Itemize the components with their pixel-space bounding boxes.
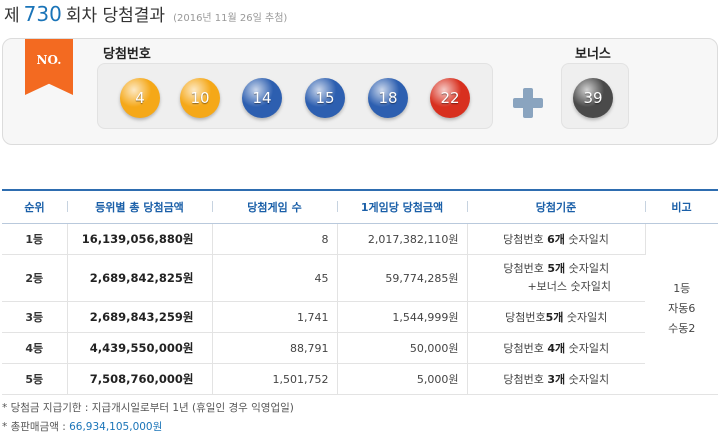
note-line: 자동6 (668, 302, 696, 315)
criteria-text: 숫자일치 (565, 262, 610, 275)
winning-numbers-panel: NO. 당첨번호 보너스 4 10 14 15 18 22 39 (2, 38, 718, 145)
header-total: 등위별 총 당첨금액 (67, 189, 212, 224)
note-line: 수동2 (668, 322, 696, 335)
round-number: 730 (23, 2, 62, 26)
table-row: 3등 2,689,843,259원 1,741 1,544,999원 당첨번호5… (2, 301, 718, 333)
header-per-game: 1게임당 당첨금액 (337, 189, 467, 224)
title-prefix: 제 (4, 6, 20, 26)
total-cell: 2,689,843,259원 (67, 301, 213, 333)
ribbon-badge: NO. (25, 39, 73, 95)
header-note: 비고 (645, 189, 718, 224)
criteria-cell: 당첨번호 6개 숫자일치 (467, 223, 646, 255)
criteria-text: 숫자일치 (565, 373, 610, 386)
header-count: 당첨게임 수 (212, 189, 337, 224)
table-row: 1등 16,139,056,880원 8 2,017,382,110원 당첨번호… (2, 223, 718, 395)
table-row: 5등 7,508,760,000원 1,501,752 5,000원 당첨번호 … (2, 363, 718, 395)
title-suffix: 회차 당첨결과 (65, 6, 166, 26)
number-ball-3: 14 (242, 78, 282, 118)
per-game-cell: 1,544,999원 (337, 301, 468, 333)
count-cell: 45 (212, 254, 338, 302)
count-cell: 1,501,752 (212, 363, 338, 395)
count-cell: 1,741 (212, 301, 338, 333)
criteria-cell: 당첨번호5개 숫자일치 (467, 301, 645, 333)
rank-cell: 2등 (2, 254, 68, 302)
total-sales-label: * 총판매금액 : (2, 421, 70, 433)
table-header-row: 순위 등위별 총 당첨금액 당첨게임 수 1게임당 당첨금액 당첨기준 비고 (2, 189, 718, 224)
total-sales-note: * 총판매금액 : 66,934,105,000원 (2, 419, 162, 434)
payment-deadline-note: * 당첨금 지급기한 : 지급개시일로부터 1년 (휴일인 경우 익영업일) (2, 402, 294, 414)
number-ball-2: 10 (180, 78, 220, 118)
criteria-count: 3개 (547, 373, 566, 386)
count-cell: 88,791 (212, 332, 338, 364)
ribbon-text: NO. (36, 53, 62, 67)
per-game-cell: 5,000원 (337, 363, 468, 395)
criteria-count: 4개 (547, 342, 566, 355)
criteria-cell: 당첨번호 3개 숫자일치 (467, 363, 645, 395)
criteria-text: 숫자일치 (564, 233, 609, 246)
count-cell: 8 (212, 223, 338, 255)
criteria-text: 당첨번호 (503, 373, 548, 386)
header-criteria: 당첨기준 (467, 189, 645, 224)
criteria-extra: +보너스 숫자일치 (527, 280, 612, 293)
criteria-text: 숫자일치 (565, 342, 610, 355)
rank-cell: 3등 (2, 301, 68, 333)
bonus-ball: 39 (573, 78, 613, 118)
rank-cell: 1등 (2, 223, 68, 255)
number-ball-4: 15 (305, 78, 345, 118)
criteria-text: 당첨번호 (503, 342, 548, 355)
total-cell: 2,689,842,825원 (67, 254, 213, 302)
note-line: 1등 (673, 282, 691, 295)
per-game-cell: 50,000원 (337, 332, 468, 364)
note-cell: 1등 자동6 수동2 (645, 223, 718, 395)
criteria-text: 당첨번호 (503, 262, 548, 275)
criteria-cell: 당첨번호 4개 숫자일치 (467, 332, 645, 364)
criteria-cell: 당첨번호 5개 숫자일치 +보너스 숫자일치 (467, 254, 645, 302)
prize-table: 순위 등위별 총 당첨금액 당첨게임 수 1게임당 당첨금액 당첨기준 비고 1… (2, 189, 718, 395)
criteria-count: 6개 (547, 233, 565, 246)
criteria-text: 당첨번호 (505, 311, 546, 324)
number-ball-1: 4 (120, 78, 160, 118)
criteria-text: 당첨번호 (503, 233, 548, 246)
rank-cell: 4등 (2, 332, 68, 364)
table-row: 2등 2,689,842,825원 45 59,774,285원 당첨번호 5개… (2, 254, 718, 302)
table-row: 4등 4,439,550,000원 88,791 50,000원 당첨번호 4개… (2, 332, 718, 364)
criteria-text: 숫자일치 (563, 311, 608, 324)
draw-date: (2016년 11월 26일 추첨) (173, 13, 288, 24)
header-rank: 순위 (2, 189, 67, 224)
numbers-label: 당첨번호 (103, 47, 151, 62)
total-cell: 16,139,056,880원 (67, 223, 213, 255)
criteria-count: 5개 (545, 311, 564, 324)
number-ball-6: 22 (430, 78, 470, 118)
rank-cell: 5등 (2, 363, 68, 395)
criteria-count: 5개 (547, 262, 566, 275)
page-title: 제 730 회차 당첨결과 (2016년 11월 26일 추첨) (4, 1, 288, 26)
total-cell: 7,508,760,000원 (67, 363, 213, 395)
number-ball-5: 18 (368, 78, 408, 118)
total-sales-amount: 66,934,105,000원 (69, 421, 163, 433)
plus-icon (513, 88, 543, 118)
bonus-label: 보너스 (575, 47, 611, 62)
total-cell: 4,439,550,000원 (67, 332, 213, 364)
per-game-cell: 2,017,382,110원 (337, 223, 468, 255)
per-game-cell: 59,774,285원 (337, 254, 468, 302)
